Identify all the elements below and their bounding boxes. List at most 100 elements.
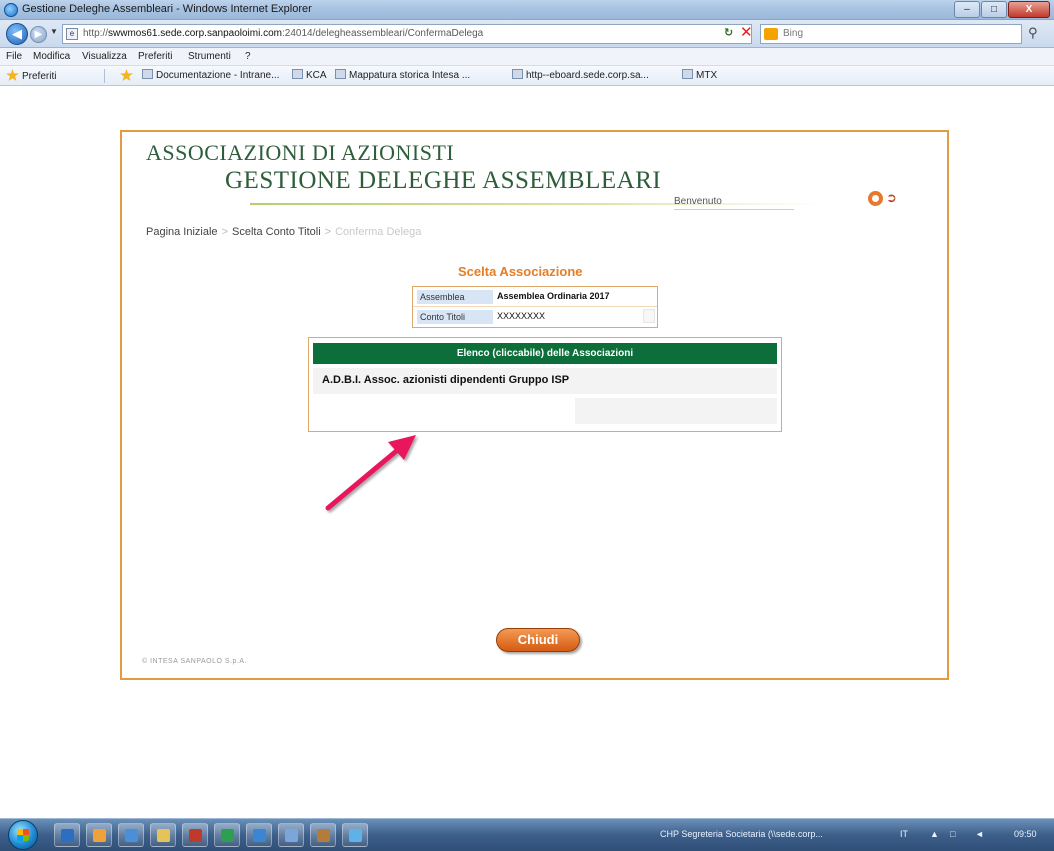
menu-bar: File Modifica Visualizza Preferiti Strum… [0,48,1054,66]
menu-visualizza[interactable]: Visualizza [82,51,127,62]
associations-list: Elenco (cliccabile) delle Associazioni A… [308,337,782,432]
annotation-arrow [325,435,416,511]
add-star-icon [120,69,133,81]
breadcrumb-separator: > [221,226,228,238]
address-bar[interactable]: e http://swwmos61.sede.corp.sanpaoloimi.… [62,24,752,44]
page-icon [682,69,693,79]
forward-button[interactable]: ▶ [30,26,47,43]
page-icon [512,69,523,79]
assemblea-value: Assemblea Ordinaria 2017 [497,291,610,301]
address-url[interactable]: http://swwmos61.sede.corp.sanpaoloimi.co… [83,28,483,39]
breadcrumb-home[interactable]: Pagina Iniziale [146,226,218,238]
favorite-link-documentazione[interactable]: Documentazione - Intrane... [142,69,279,84]
window-titlebar: Gestione Deleghe Assembleari - Windows I… [0,0,1054,20]
favorite-label: Documentazione - Intrane... [156,70,280,81]
welcome-underline [674,209,794,210]
welcome-label: Benvenuto [674,196,722,207]
tray-network-label[interactable]: CHP Segreteria Societaria (\\sede.corp..… [660,829,823,839]
section-title: Scelta Associazione [458,264,583,279]
search-icon[interactable]: ⚲ [1028,25,1038,41]
screen: Gestione Deleghe Assembleari - Windows I… [0,0,1054,851]
title-underline [250,203,820,205]
taskbar-app-icon[interactable] [342,823,368,847]
association-item-adbi[interactable]: A.D.B.I. Assoc. azionisti dipendenti Gru… [313,368,777,394]
associations-header: Elenco (cliccabile) delle Associazioni [313,343,777,364]
url-path: :24014/delegheassembleari/ConfermaDelega [281,28,484,39]
favorites-label: Preferiti [22,71,57,82]
app-title-line2: GESTIONE DELEGHE ASSEMBLEARI [225,167,662,194]
maximize-button[interactable]: □ [981,1,1007,18]
breadcrumb-conferma-delega: Conferma Delega [335,226,422,238]
app-title-line1: ASSOCIAZIONI DI AZIONISTI [146,140,455,165]
taskbar-app-icon[interactable] [246,823,272,847]
page-icon [142,69,153,79]
page-content: ASSOCIAZIONI DI AZIONISTI GESTIONE DELEG… [0,87,1054,818]
info-row-assemblea: Assemblea Assemblea Ordinaria 2017 [413,287,657,307]
network-icon[interactable]: □ [950,829,955,839]
page-icon [292,69,303,79]
breadcrumb-conto-titoli[interactable]: Scelta Conto Titoli [232,226,321,238]
stop-icon[interactable]: ✕ [740,24,753,42]
window-controls: – □ X [953,1,1050,19]
volume-icon[interactable]: ◄ [975,829,984,839]
footer-copyright: © INTESA SANPAOLO S.p.A. [142,658,247,665]
minimize-button[interactable]: – [954,1,980,18]
favorite-link-kca[interactable]: KCA [292,69,327,84]
tray-language[interactable]: IT [900,829,908,839]
menu-modifica[interactable]: Modifica [33,51,70,62]
start-button[interactable] [8,820,38,850]
favorite-link-mtx[interactable]: MTX [682,69,717,84]
refresh-icon[interactable]: ↻ [724,26,733,39]
close-button[interactable]: Chiudi [496,628,580,652]
internet-explorer-icon [4,3,18,17]
conto-titoli-value: XXXXXXXX [497,311,546,321]
breadcrumb-separator: > [324,226,332,238]
scroll-box [643,309,655,323]
search-provider-label: Bing [783,28,804,39]
menu-file[interactable]: File [6,51,22,62]
favorite-label: Mappatura storica Intesa ... [349,70,471,81]
page-icon [335,69,346,79]
conto-titoli-label: Conto Titoli [417,310,493,324]
favorites-button[interactable]: Preferiti [6,69,56,84]
tray-clock[interactable]: 09:50 [1014,829,1037,839]
favorite-label: MTX [696,70,718,81]
menu-help[interactable]: ? [245,51,251,62]
favorite-label: http--eboard.sede.corp.sa... [526,70,649,81]
page-icon: e [66,28,78,40]
taskbar-app-icon[interactable] [214,823,240,847]
breadcrumb: Pagina Iniziale > Scelta Conto Titoli > Conf… [146,226,421,238]
taskbar-app-icon[interactable] [118,823,144,847]
list-item-empty [575,398,777,424]
favorite-label: KCA [306,70,327,81]
taskbar-app-icon[interactable] [150,823,176,847]
logout-icon[interactable]: ➲ [886,190,900,206]
search-box[interactable]: Bing [760,24,1022,44]
address-toolbar: ◀ ▶ ▼ e http://swwmos61.sede.corp.sanpao… [0,20,1054,48]
close-window-button[interactable]: X [1008,1,1050,18]
url-domain: swwmos61.sede.corp.sanpaoloimi.com [108,28,282,39]
taskbar-app-icon[interactable] [54,823,80,847]
list-item-empty [313,398,573,424]
taskbar-app-icon[interactable] [86,823,112,847]
add-favorites-icon[interactable] [120,69,136,84]
favorite-link-mappatura[interactable]: Mappatura storica Intesa ... [335,69,470,84]
taskbar-app-icon[interactable] [310,823,336,847]
home-icon[interactable] [868,191,883,206]
assemblea-label: Assemblea [417,290,493,304]
favorites-bar: Preferiti Documentazione - Intrane... KC… [0,66,1054,86]
favorite-link-eboard[interactable]: http--eboard.sede.corp.sa... [512,69,649,84]
history-dropdown-icon[interactable]: ▼ [50,27,58,36]
info-row-conto-titoli: Conto Titoli XXXXXXXX [413,307,657,327]
taskbar-app-icon[interactable] [278,823,304,847]
menu-strumenti[interactable]: Strumenti [188,51,231,62]
app-frame: ASSOCIAZIONI DI AZIONISTI GESTIONE DELEG… [120,130,949,680]
bing-icon [764,28,778,40]
back-button[interactable]: ◀ [6,23,28,45]
menu-preferiti[interactable]: Preferiti [138,51,172,62]
window-title: Gestione Deleghe Assembleari - Windows I… [22,3,312,15]
taskbar: CHP Segreteria Societaria (\\sede.corp..… [0,818,1054,851]
tray-arrow-icon[interactable]: ▲ [930,829,939,839]
taskbar-app-icon[interactable] [182,823,208,847]
separator [104,69,105,83]
